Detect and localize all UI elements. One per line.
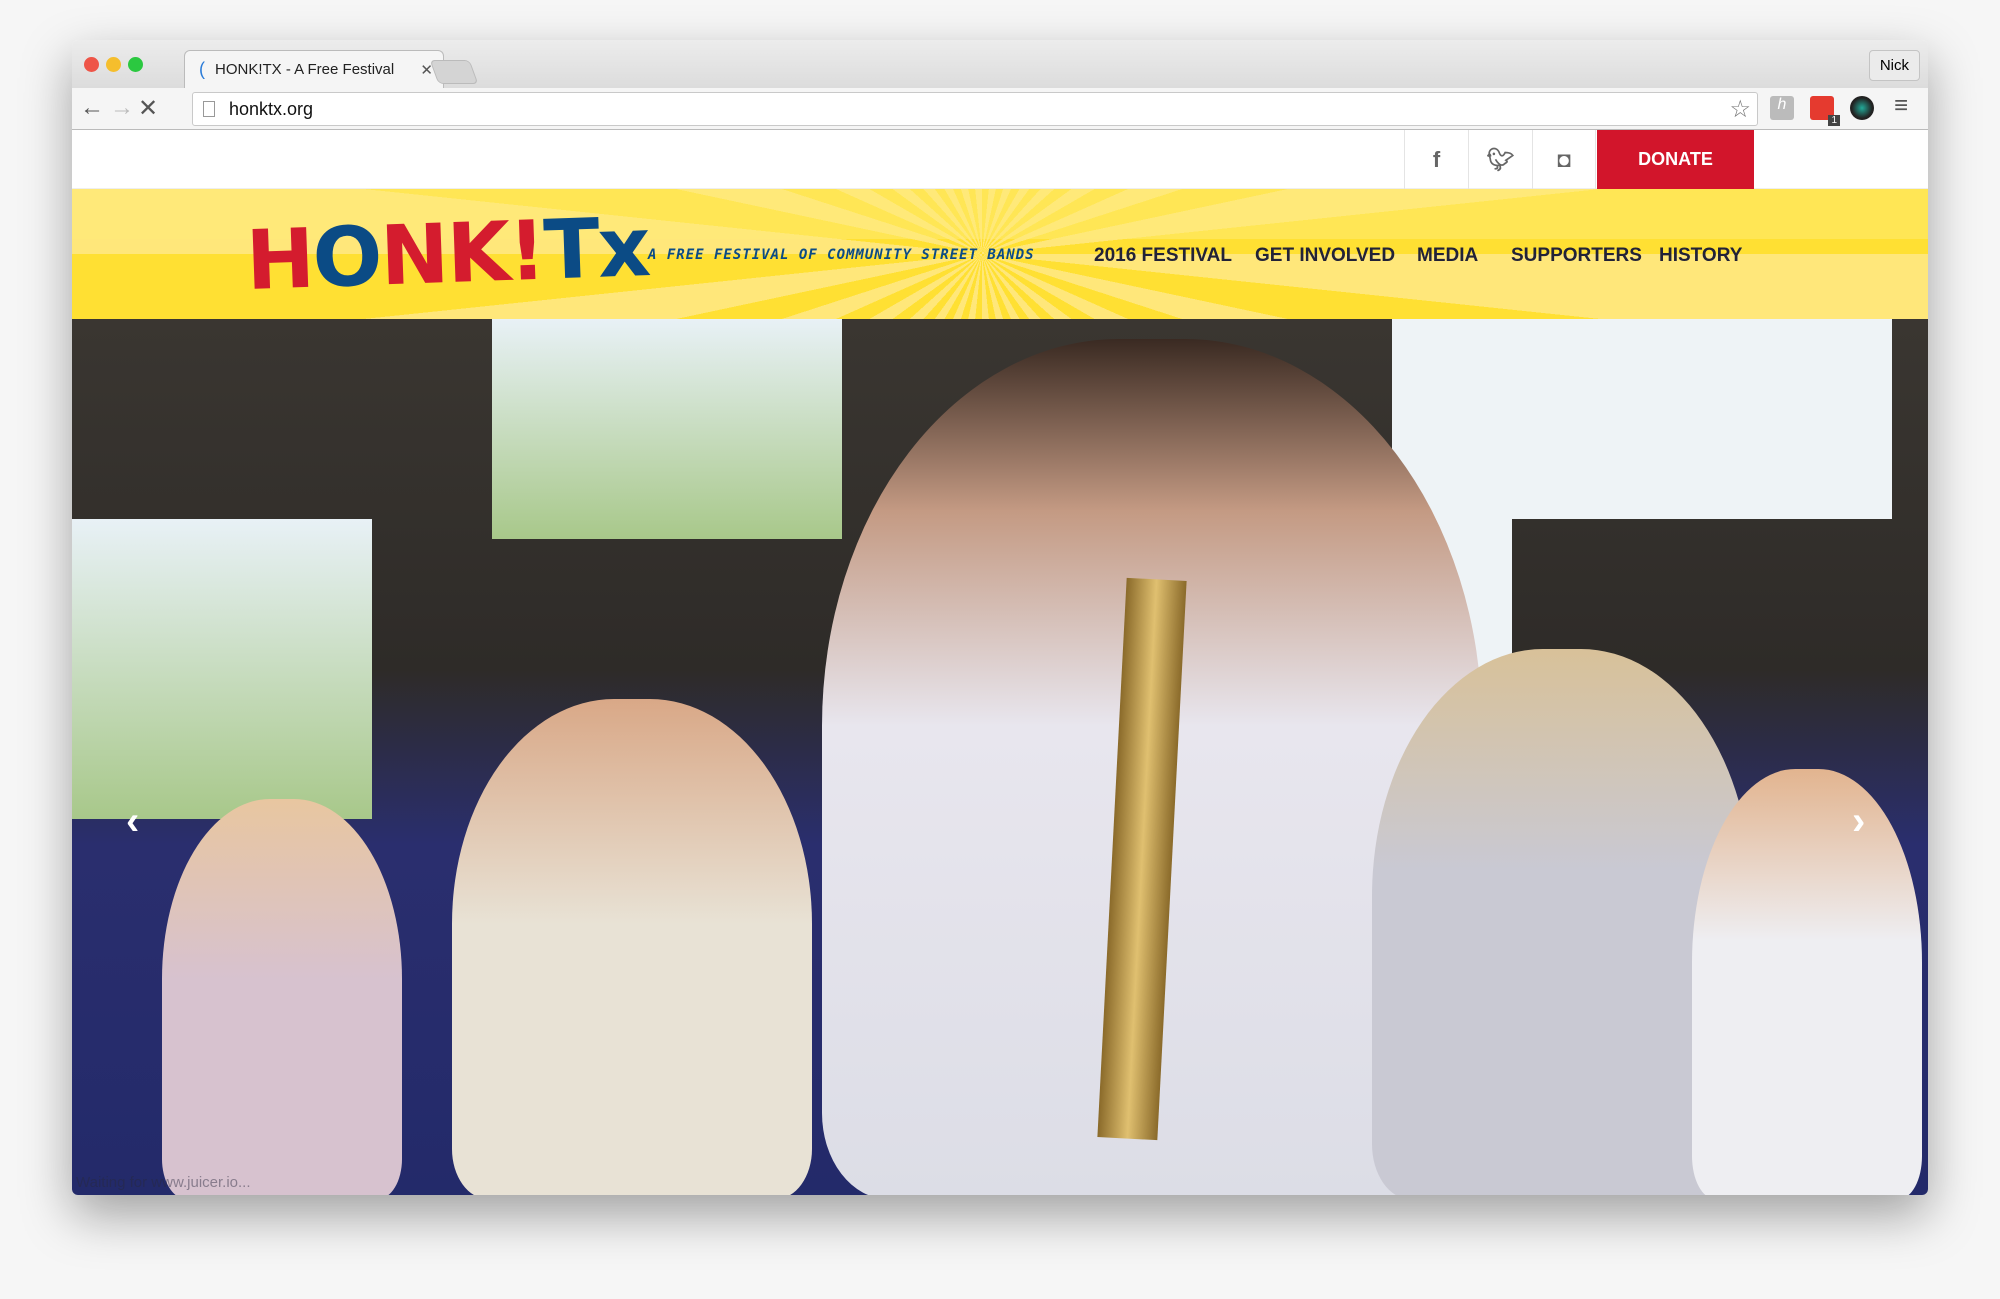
nav-supporters[interactable]: SUPPORTERS xyxy=(1511,245,1642,267)
url-text: honktx.org xyxy=(229,98,314,119)
honey-extension-icon[interactable]: h xyxy=(1770,96,1794,120)
donate-button[interactable]: DONATE xyxy=(1597,130,1754,189)
close-window-button[interactable] xyxy=(84,57,99,72)
bookmark-star-icon[interactable]: ☆ xyxy=(1729,95,1751,124)
hero-slideshow: ‹ › Waiting for www.juicer.io... xyxy=(72,319,1928,1195)
extension-icon[interactable]: 1 xyxy=(1810,96,1840,126)
site-header: HONK!Tx A FREE FESTIVAL OF COMMUNITY STR… xyxy=(72,189,1928,319)
browser-window: ( HONK!TX - A Free Festival ✕ Nick ← → ✕… xyxy=(72,40,1928,1195)
loading-icon: ( xyxy=(199,59,205,79)
new-tab-button[interactable] xyxy=(429,60,479,84)
camera-extension-icon[interactable] xyxy=(1850,96,1874,120)
address-bar[interactable]: honktx.org ☆ xyxy=(192,92,1758,126)
tagline: A FREE FESTIVAL OF COMMUNITY STREET BAND… xyxy=(648,247,1035,263)
tab-title: HONK!TX - A Free Festival xyxy=(215,61,395,78)
forward-icon[interactable]: → xyxy=(110,94,134,122)
next-slide-button[interactable]: › xyxy=(1852,799,1865,844)
nav-get-involved[interactable]: GET INVOLVED xyxy=(1255,245,1395,267)
facebook-icon[interactable]: f xyxy=(1404,130,1468,189)
nav-2016-festival[interactable]: 2016 FESTIVAL xyxy=(1094,245,1232,267)
profile-button[interactable]: Nick xyxy=(1868,50,1920,81)
nav-history[interactable]: HISTORY xyxy=(1659,245,1742,267)
nav-media[interactable]: MEDIA xyxy=(1417,245,1478,267)
browser-toolbar: ← → ✕ honktx.org ☆ h 1 ≡ xyxy=(72,88,1928,130)
stop-icon[interactable]: ✕ xyxy=(138,94,158,123)
browser-tab[interactable]: ( HONK!TX - A Free Festival ✕ xyxy=(184,50,444,88)
extension-badge: 1 xyxy=(1828,115,1840,126)
instagram-icon[interactable]: ◘ xyxy=(1532,130,1596,189)
status-bar: Waiting for www.juicer.io... xyxy=(76,1174,251,1191)
maximize-window-button[interactable] xyxy=(128,57,143,72)
minimize-window-button[interactable] xyxy=(106,57,121,72)
previous-slide-button[interactable]: ‹ xyxy=(126,799,139,844)
menu-icon[interactable]: ≡ xyxy=(1894,92,1908,120)
twitter-icon[interactable]: 🐦︎ xyxy=(1468,130,1532,189)
honktx-logo[interactable]: HONK!Tx xyxy=(244,200,650,309)
page-icon xyxy=(203,101,215,117)
website: f 🐦︎ ◘ DONATE HONK!Tx A FREE FESTIVAL OF… xyxy=(72,130,1928,1195)
back-icon[interactable]: ← xyxy=(80,94,104,122)
social-bar: f 🐦︎ ◘ DONATE xyxy=(72,130,1928,189)
tab-strip: ( HONK!TX - A Free Festival ✕ Nick xyxy=(72,40,1928,88)
